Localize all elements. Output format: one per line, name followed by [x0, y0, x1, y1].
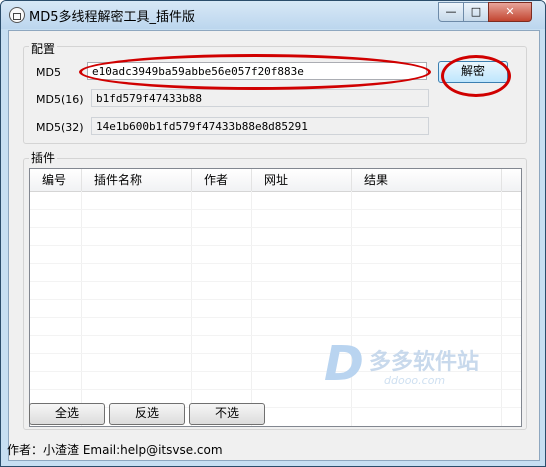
column-header-name[interactable]: 插件名称: [82, 169, 192, 191]
watermark: D 多多软件站 ddooo.com: [324, 336, 494, 396]
grid-line: [30, 263, 521, 264]
annotation-ellipse-input: [79, 54, 431, 90]
md5-32-label: MD5(32): [36, 121, 84, 134]
annotation-ellipse-button: [441, 55, 511, 97]
column-header-author[interactable]: 作者: [192, 169, 252, 191]
md5-16-label: MD5(16): [36, 93, 84, 106]
plugin-list-header: 编号 插件名称 作者 网址 结果: [30, 169, 521, 192]
maximize-button[interactable]: □: [463, 2, 489, 22]
grid-line: [30, 281, 521, 282]
window-title: MD5多线程解密工具_插件版: [29, 10, 195, 25]
column-header-result[interactable]: 结果: [352, 169, 502, 191]
config-group-label: 配置: [29, 40, 58, 57]
column-header-id[interactable]: 编号: [30, 169, 82, 191]
md5-label: MD5: [36, 66, 61, 79]
grid-line: [30, 227, 521, 228]
close-button[interactable]: ✕: [488, 2, 532, 22]
column-header-filler: [502, 169, 521, 191]
title-bar[interactable]: MD5多线程解密工具_插件版 — □ ✕: [1, 1, 545, 29]
invert-selection-button[interactable]: 反选: [109, 403, 185, 425]
select-none-button[interactable]: 不选: [189, 403, 265, 425]
md5-16-field[interactable]: b1fd579f47433b88: [91, 89, 429, 107]
minimize-button[interactable]: —: [438, 2, 464, 22]
column-header-url[interactable]: 网址: [252, 169, 352, 191]
grid-line: [30, 317, 521, 318]
grid-line: [30, 245, 521, 246]
grid-line: [30, 209, 521, 210]
watermark-text: 多多软件站: [369, 350, 480, 375]
watermark-sub: ddooo.com: [384, 374, 446, 387]
select-all-button[interactable]: 全选: [29, 403, 105, 425]
watermark-logo: D: [324, 336, 364, 392]
md5-32-field[interactable]: 14e1b600b1fd579f47433b88e8d85291: [91, 117, 429, 135]
grid-line: [30, 299, 521, 300]
plugins-group-label: 插件: [29, 149, 58, 166]
status-bar-text: 作者：小渣渣 Email:help@itsvse.com: [7, 443, 223, 457]
lock-icon: [9, 7, 25, 23]
